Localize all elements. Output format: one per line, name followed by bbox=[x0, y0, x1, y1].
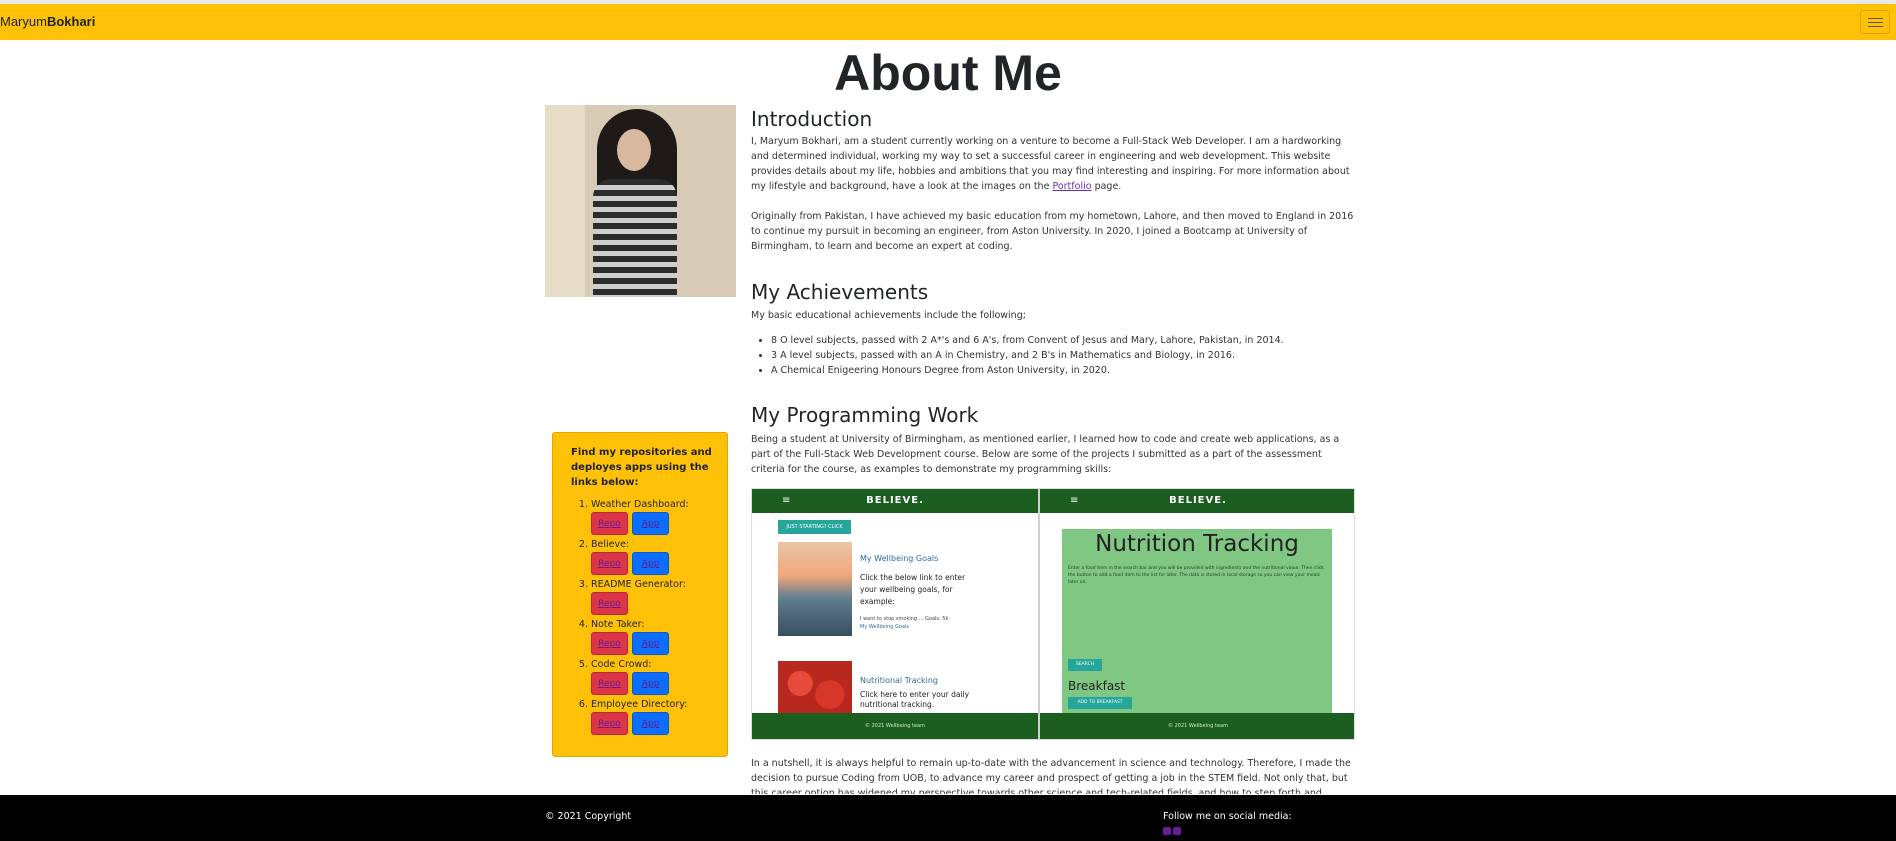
project-item: Code Crowd: Repo App bbox=[591, 659, 721, 699]
repo-button[interactable]: Repo bbox=[591, 632, 628, 655]
photo-door bbox=[545, 105, 585, 297]
sunset-beach-image bbox=[778, 542, 852, 636]
programming-outro: In a nutshell, it is always helpful to r… bbox=[751, 758, 1351, 794]
page-title: About Me bbox=[834, 45, 1062, 101]
screenshot-footer-left: © 2021 Wellbeing team bbox=[752, 713, 1038, 739]
project-buttons: Repo bbox=[591, 592, 721, 615]
navbar: MaryumBokhari bbox=[0, 4, 1896, 40]
achievements-heading: My Achievements bbox=[751, 280, 929, 304]
app-button[interactable]: App bbox=[632, 552, 669, 575]
footer: © 2021 Copyright Follow me on social med… bbox=[0, 795, 1896, 841]
project-name: README Generator: bbox=[591, 579, 686, 590]
goals-link: My Wellbeing Goals bbox=[860, 624, 909, 630]
project-buttons: Repo App bbox=[591, 632, 721, 655]
achievements-list: 8 O level subjects, passed with 2 A*'s a… bbox=[771, 333, 1351, 378]
achievements-intro: My basic educational achievements includ… bbox=[751, 310, 1026, 321]
screenshot-brand-right: BELIEVE. bbox=[1169, 495, 1227, 506]
repo-button[interactable]: Repo bbox=[591, 712, 628, 735]
nutrition-panel: Nutrition Tracking Enter a food item in … bbox=[1062, 529, 1332, 715]
app-button[interactable]: App bbox=[632, 512, 669, 535]
programming-intro: Being a student at University of Birming… bbox=[751, 434, 1340, 475]
add-breakfast-button: ADD TO BREAKFAST bbox=[1068, 697, 1132, 709]
repo-button[interactable]: Repo bbox=[591, 552, 628, 575]
brand-link[interactable]: MaryumBokhari bbox=[0, 14, 95, 29]
social-links bbox=[1163, 827, 1181, 835]
project-item: Believe: Repo App bbox=[591, 539, 721, 579]
project-name: Code Crowd: bbox=[591, 659, 652, 670]
profile-photo bbox=[545, 105, 736, 297]
screenshot-navbar-left: ≡ BELIEVE. bbox=[752, 489, 1038, 513]
project-item: Note Taker: Repo App bbox=[591, 619, 721, 659]
github-icon[interactable] bbox=[1173, 827, 1181, 835]
project-buttons: Repo App bbox=[591, 712, 721, 735]
brand-last: Bokhari bbox=[46, 14, 96, 29]
project-buttons: Repo App bbox=[591, 672, 721, 695]
goals-sub: I want to stop smoking ... Goals: 5k My W… bbox=[860, 615, 970, 631]
achievement-item: 3 A level subjects, passed with an A in … bbox=[771, 348, 1351, 363]
instagram-icon[interactable] bbox=[1163, 827, 1171, 835]
toggler-line bbox=[1868, 22, 1883, 23]
screenshot-navbar-right: ≡ BELIEVE. bbox=[1040, 489, 1354, 513]
intro-paragraph-1: I, Maryum Bokhari, am a student currentl… bbox=[751, 134, 1355, 194]
search-button: SEARCH bbox=[1068, 659, 1102, 671]
projects-list: Weather Dashboard: Repo App Believe: Rep… bbox=[591, 499, 721, 739]
screenshot-footer-right: © 2021 Wellbeing team bbox=[1040, 713, 1354, 739]
copyright-text: © 2021 Copyright bbox=[545, 811, 632, 822]
nutrition-text: Click here to enter your daily nutrition… bbox=[860, 690, 970, 709]
goals-sub-text: I want to stop smoking ... Goals: 5k bbox=[860, 616, 949, 622]
goals-heading: My Wellbeing Goals bbox=[860, 554, 939, 563]
breakfast-heading: Breakfast bbox=[1068, 679, 1126, 693]
panel-title: Find my repositories and deployes apps u… bbox=[571, 447, 712, 488]
toggler-line bbox=[1868, 26, 1883, 27]
screenshot-start-button: JUST STARTING? CLICK bbox=[778, 520, 851, 534]
repo-button[interactable]: Repo bbox=[591, 512, 628, 535]
achievement-item: A Chemical Enigeering Honours Degree fro… bbox=[771, 363, 1351, 378]
screenshot-divider bbox=[1038, 489, 1040, 739]
project-screenshot: ≡ BELIEVE. ≡ BELIEVE. JUST STARTING? CLI… bbox=[751, 488, 1355, 740]
strawberries-image bbox=[778, 661, 852, 717]
repo-button[interactable]: Repo bbox=[591, 672, 628, 695]
project-name: Note Taker: bbox=[591, 619, 645, 630]
screenshot-brand-left: BELIEVE. bbox=[866, 495, 924, 506]
brand-first: Maryum bbox=[0, 14, 47, 29]
programming-heading: My Programming Work bbox=[751, 403, 979, 427]
project-item: Weather Dashboard: Repo App bbox=[591, 499, 721, 539]
photo-face bbox=[617, 129, 651, 171]
app-button[interactable]: App bbox=[632, 632, 669, 655]
project-item: Employee Directory: Repo App bbox=[591, 699, 721, 739]
photo-shirt bbox=[593, 179, 677, 297]
intro-text-after-link: page. bbox=[1091, 181, 1122, 192]
app-button[interactable]: App bbox=[632, 712, 669, 735]
intro-paragraph-2: Originally from Pakistan, I have achieve… bbox=[751, 211, 1354, 252]
intro-heading: Introduction bbox=[751, 107, 873, 131]
project-name: Weather Dashboard: bbox=[591, 499, 689, 510]
app-button[interactable]: App bbox=[632, 672, 669, 695]
repo-button[interactable]: Repo bbox=[591, 592, 628, 615]
nutrition-paragraph: Enter a food item in the search bar and … bbox=[1068, 566, 1324, 585]
repositories-panel: Find my repositories and deployes apps u… bbox=[552, 432, 728, 757]
goals-text: Click the below link to enter your wellb… bbox=[860, 573, 966, 606]
portfolio-link[interactable]: Portfolio bbox=[1052, 181, 1091, 192]
nutrition-title: Nutrition Tracking bbox=[1095, 531, 1299, 557]
project-name: Believe: bbox=[591, 539, 630, 550]
project-name: Employee Directory: bbox=[591, 699, 688, 710]
nutrition-link-heading: Nutritional Tracking bbox=[860, 676, 938, 685]
intro-text-before-link: I, Maryum Bokhari, am a student currentl… bbox=[751, 136, 1350, 192]
follow-text: Follow me on social media: bbox=[1163, 811, 1292, 822]
project-buttons: Repo App bbox=[591, 512, 721, 535]
project-buttons: Repo App bbox=[591, 552, 721, 575]
project-item: README Generator: Repo bbox=[591, 579, 721, 619]
achievement-item: 8 O level subjects, passed with 2 A*'s a… bbox=[771, 333, 1351, 348]
hamburger-menu-icon[interactable] bbox=[1860, 10, 1890, 34]
toggler-line bbox=[1868, 18, 1883, 19]
